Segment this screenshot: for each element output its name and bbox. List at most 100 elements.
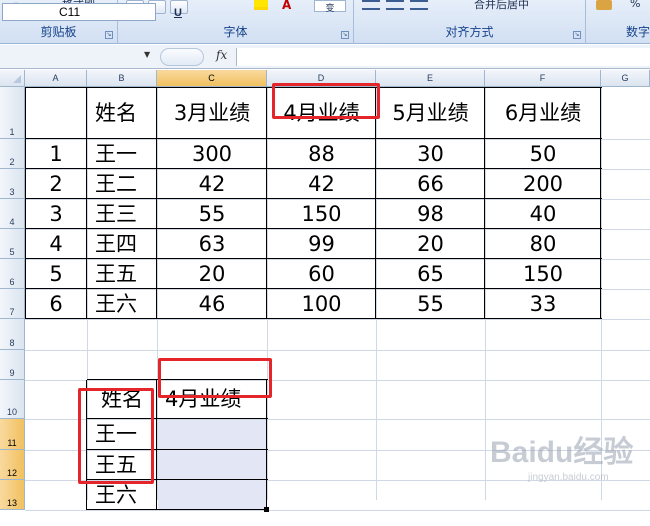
- table-border: [25, 228, 602, 229]
- table2-cell[interactable]: [157, 419, 267, 450]
- row-header-2[interactable]: 2: [0, 139, 25, 169]
- table1-cell[interactable]: 100: [267, 289, 376, 319]
- table1-cell[interactable]: 300: [157, 139, 267, 169]
- table1-cell[interactable]: 王五: [87, 259, 157, 289]
- row-header-4[interactable]: 4: [0, 199, 25, 229]
- table1-cell[interactable]: 1: [25, 139, 87, 169]
- merge-center-button[interactable]: 合并后居中: [474, 0, 529, 12]
- fill-handle[interactable]: [264, 507, 269, 512]
- table1-cell[interactable]: 88: [267, 139, 376, 169]
- table1-cell[interactable]: 王三: [87, 199, 157, 229]
- table-border: [25, 168, 602, 169]
- column-header-f[interactable]: F: [485, 70, 601, 87]
- row-header-12[interactable]: 12: [0, 450, 25, 480]
- currency-icon[interactable]: [596, 0, 612, 10]
- highlight-color-icon[interactable]: [254, 0, 268, 10]
- name-box[interactable]: C11: [2, 3, 156, 21]
- clipboard-launcher-icon[interactable]: ↘: [105, 31, 113, 39]
- table2-cell[interactable]: [157, 450, 267, 480]
- column-header-b[interactable]: B: [87, 70, 157, 87]
- table1-header-cell[interactable]: 3月业绩: [157, 87, 267, 139]
- table1-cell[interactable]: 65: [376, 259, 485, 289]
- table1-cell[interactable]: 66: [376, 169, 485, 199]
- table1-cell[interactable]: 王二: [87, 169, 157, 199]
- table1-cell[interactable]: 55: [376, 289, 485, 319]
- formula-bar-zoom-handle[interactable]: [160, 48, 204, 66]
- table1-cell[interactable]: 40: [485, 199, 601, 229]
- table1-cell[interactable]: 42: [267, 169, 376, 199]
- table-border: [25, 318, 602, 319]
- name-box-dropdown-icon[interactable]: ▼: [144, 50, 150, 59]
- row-header-5[interactable]: 5: [0, 229, 25, 259]
- row-header-10[interactable]: 10: [0, 380, 25, 419]
- table1-cell[interactable]: 33: [485, 289, 601, 319]
- formula-input[interactable]: [236, 48, 650, 66]
- table1-cell[interactable]: 王六: [87, 289, 157, 319]
- table1-cell[interactable]: 42: [157, 169, 267, 199]
- alignment-launcher-icon[interactable]: ↘: [573, 31, 581, 39]
- gridline-horizontal: [25, 319, 650, 320]
- table-border: [600, 87, 601, 319]
- font-color-icon[interactable]: A: [282, 0, 291, 12]
- table1-cell[interactable]: 50: [485, 139, 601, 169]
- row-header-13[interactable]: 13: [0, 480, 25, 510]
- watermark-text: Baidu经验: [490, 435, 633, 469]
- table1-header-cell[interactable]: 6月业绩: [485, 87, 601, 139]
- percent-button[interactable]: %: [630, 0, 640, 10]
- baidu-watermark-logo: Baidu经验 jingyan.baidu.com: [488, 428, 648, 488]
- underline-button[interactable]: U: [170, 0, 188, 19]
- insert-function-icon[interactable]: fx: [216, 48, 227, 62]
- table1-cell[interactable]: 5: [25, 259, 87, 289]
- row-header-1[interactable]: 1: [0, 87, 25, 139]
- row-header-7[interactable]: 7: [0, 289, 25, 319]
- table1-cell[interactable]: 55: [157, 199, 267, 229]
- table2-cell[interactable]: 王六: [87, 480, 157, 510]
- table-border: [25, 87, 26, 319]
- table-border: [25, 258, 602, 259]
- table1-cell[interactable]: 2: [25, 169, 87, 199]
- table1-cell[interactable]: 20: [157, 259, 267, 289]
- table-border: [156, 380, 157, 510]
- table1-cell[interactable]: 46: [157, 289, 267, 319]
- table1-cell[interactable]: 200: [485, 169, 601, 199]
- row-header-8[interactable]: 8: [0, 319, 25, 350]
- column-header-c[interactable]: C: [157, 70, 267, 87]
- table1-cell[interactable]: 80: [485, 229, 601, 259]
- table1-cell[interactable]: 98: [376, 199, 485, 229]
- table1-cell[interactable]: 30: [376, 139, 485, 169]
- row-header-9[interactable]: 9: [0, 350, 25, 380]
- table1-cell[interactable]: 99: [267, 229, 376, 259]
- select-all-corner[interactable]: [0, 70, 25, 87]
- table1-cell[interactable]: 王一: [87, 139, 157, 169]
- table1-cell[interactable]: 4: [25, 229, 87, 259]
- table1-header-cell[interactable]: 5月业绩: [376, 87, 485, 139]
- align-left-icon[interactable]: [362, 0, 380, 10]
- align-center-icon[interactable]: [386, 0, 404, 10]
- gridline-horizontal: [25, 350, 650, 351]
- table1-cell[interactable]: 王四: [87, 229, 157, 259]
- align-right-icon[interactable]: [410, 0, 428, 10]
- table1-cell[interactable]: 6: [25, 289, 87, 319]
- clipboard-group-label: 剪贴板: [40, 25, 77, 39]
- phonetic-button[interactable]: 变: [314, 0, 346, 14]
- number-group-label: 数字: [625, 25, 650, 39]
- table1-cell[interactable]: 63: [157, 229, 267, 259]
- table-border: [25, 138, 602, 139]
- table1-cell[interactable]: 150: [267, 199, 376, 229]
- column-header-g[interactable]: G: [601, 70, 650, 87]
- number-group: % 数字: [586, 0, 650, 44]
- gridline-horizontal: [25, 510, 650, 511]
- row-header-3[interactable]: 3: [0, 169, 25, 199]
- table1-header-cell[interactable]: [25, 87, 87, 139]
- table2-cell[interactable]: [157, 480, 267, 510]
- table1-cell[interactable]: 3: [25, 199, 87, 229]
- table1-cell[interactable]: 60: [267, 259, 376, 289]
- column-header-a[interactable]: A: [25, 70, 87, 87]
- table1-cell[interactable]: 150: [485, 259, 601, 289]
- table1-cell[interactable]: 20: [376, 229, 485, 259]
- row-header-11[interactable]: 11: [0, 419, 25, 450]
- font-launcher-icon[interactable]: ↘: [341, 31, 349, 39]
- table1-header-cell[interactable]: 姓名: [87, 87, 157, 139]
- column-header-e[interactable]: E: [376, 70, 485, 87]
- row-header-6[interactable]: 6: [0, 259, 25, 289]
